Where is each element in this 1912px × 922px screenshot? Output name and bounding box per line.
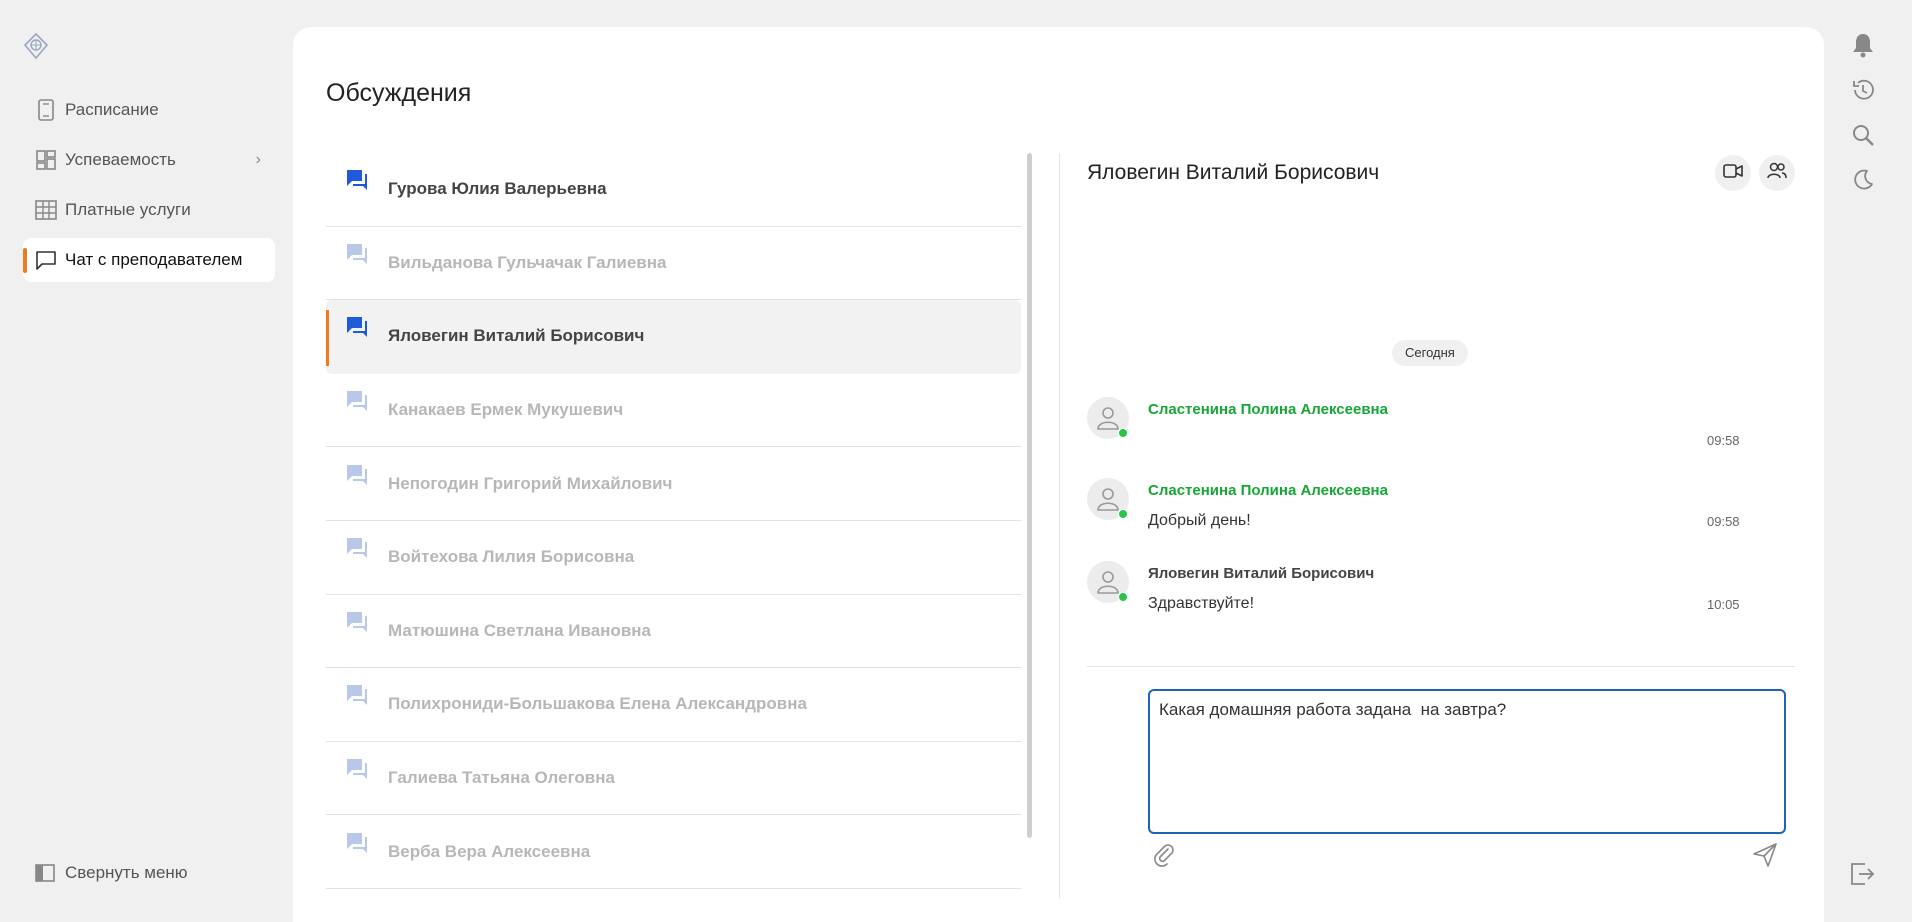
sidebar-nav: Расписание Успеваемость › Платные услуги…	[23, 88, 275, 288]
logo-icon[interactable]	[22, 32, 50, 60]
collapse-menu-button[interactable]: Свернуть меню	[35, 862, 188, 884]
paperclip-icon	[1151, 844, 1177, 872]
message-author: Сластенина Полина Алексеевна	[1148, 401, 1388, 418]
search-button[interactable]	[1849, 123, 1877, 151]
forum-icon	[344, 756, 370, 782]
message-text: Добрый день!	[1148, 512, 1251, 529]
send-button[interactable]	[1751, 841, 1779, 869]
message-time: 09:58	[1707, 433, 1740, 448]
sidebar-item-progress[interactable]: Успеваемость ›	[23, 138, 275, 182]
date-separator: Сегодня	[1392, 340, 1468, 366]
attach-button[interactable]	[1151, 842, 1177, 868]
chevron-right-icon: ›	[255, 151, 261, 168]
conversation-name: Матюшина Светлана Ивановна	[388, 620, 651, 640]
participants-button[interactable]	[1759, 155, 1795, 191]
pane-divider	[1059, 153, 1060, 898]
list-scrollbar[interactable]	[1027, 153, 1032, 838]
moon-icon	[1851, 168, 1875, 197]
conversation-item[interactable]: Галиева Татьяна Олеговна	[326, 742, 1021, 816]
conversation-item[interactable]: Верба Вера Алексеевна	[326, 815, 1021, 889]
sidebar-item-teacher-chat[interactable]: Чат с преподавателем	[23, 238, 275, 282]
group-icon	[1767, 162, 1787, 185]
chat-message: Сластенина Полина Алексеевна 09:58	[1087, 397, 1747, 467]
conversation-name: Яловегин Виталий Борисович	[388, 326, 645, 346]
conversation-name: Полихрониди-Большакова Елена Александров…	[388, 694, 807, 714]
history-button[interactable]	[1849, 78, 1877, 106]
dark-mode-button[interactable]	[1849, 168, 1877, 196]
conversation-item-selected[interactable]: Яловегин Виталий Борисович	[326, 300, 1021, 374]
person-icon	[1097, 407, 1119, 430]
chat-message: Сластенина Полина Алексеевна Добрый день…	[1087, 478, 1747, 548]
forum-icon	[344, 167, 370, 193]
conversation-name: Верба Вера Алексеевна	[388, 841, 591, 861]
sidebar-item-paid-services[interactable]: Платные услуги	[23, 188, 275, 232]
forum-icon	[344, 682, 370, 708]
conversation-item[interactable]: Гурова Юлия Валерьевна	[326, 153, 1021, 227]
sidebar: Расписание Успеваемость › Платные услуги…	[0, 0, 290, 922]
logout-button[interactable]	[1849, 862, 1877, 890]
forum-icon	[344, 609, 370, 635]
online-indicator	[1118, 509, 1128, 519]
sidebar-item-schedule[interactable]: Расписание	[23, 88, 275, 132]
dashboard-icon	[35, 149, 57, 171]
sidebar-item-label: Успеваемость	[65, 150, 176, 169]
forum-icon	[344, 462, 370, 488]
online-indicator	[1118, 592, 1128, 602]
send-icon	[1751, 843, 1779, 873]
conversation-name: Гурова Юлия Валерьевна	[388, 179, 607, 199]
forum-icon	[344, 241, 370, 267]
sidebar-item-label: Расписание	[65, 100, 159, 119]
message-author: Сластенина Полина Алексеевна	[1148, 482, 1388, 499]
conversation-list: Гурова Юлия Валерьевна Вильданова Гульча…	[326, 153, 1021, 889]
forum-icon	[344, 535, 370, 561]
conversation-item[interactable]: Войтехова Лилия Борисовна	[326, 521, 1021, 595]
chat-bubble-icon	[35, 249, 57, 271]
forum-icon	[344, 314, 370, 340]
message-time: 10:05	[1707, 597, 1740, 612]
conversation-name: Канакаев Ермек Мукушевич	[388, 400, 624, 420]
conversation-item[interactable]: Матюшина Светлана Ивановна	[326, 595, 1021, 669]
message-input[interactable]	[1148, 689, 1786, 834]
person-icon	[1097, 488, 1119, 511]
conversation-item[interactable]: Непогодин Григорий Михайлович	[326, 447, 1021, 521]
message-time: 09:58	[1707, 514, 1740, 529]
message-text: Здравствуйте!	[1148, 595, 1255, 612]
collapse-menu-label: Свернуть меню	[65, 863, 188, 882]
table-icon	[35, 199, 57, 221]
forum-icon	[344, 388, 370, 414]
logout-icon	[1850, 862, 1876, 891]
video-call-button[interactable]	[1715, 155, 1751, 191]
video-camera-icon	[1723, 163, 1743, 184]
conversation-name: Непогодин Григорий Михайлович	[388, 473, 673, 493]
history-icon	[1850, 77, 1876, 108]
conversation-item[interactable]: Полихрониди-Большакова Елена Александров…	[326, 668, 1021, 742]
sidebar-collapse-icon	[35, 862, 57, 884]
composer-divider	[1087, 666, 1795, 667]
page-title: Обсуждения	[326, 79, 472, 107]
main-card: Обсуждения Гурова Юлия Валерьевна Вильда…	[293, 27, 1824, 922]
sidebar-item-label: Чат с преподавателем	[65, 250, 243, 269]
phone-schedule-icon	[35, 99, 57, 121]
notifications-button[interactable]	[1849, 33, 1877, 61]
conversation-name: Войтехова Лилия Борисовна	[388, 547, 635, 567]
bell-icon	[1851, 32, 1875, 63]
conversation-name: Галиева Татьяна Олеговна	[388, 768, 615, 788]
search-icon	[1851, 123, 1875, 152]
chat-message: Яловегин Виталий Борисович Здравствуйте!…	[1087, 561, 1747, 631]
chat-title: Яловегин Виталий Борисович	[1087, 161, 1380, 184]
conversation-item[interactable]: Канакаев Ермек Мукушевич	[326, 374, 1021, 448]
conversation-name: Вильданова Гульчачак Галиевна	[388, 252, 667, 272]
conversation-item[interactable]: Вильданова Гульчачак Галиевна	[326, 227, 1021, 301]
forum-icon	[344, 830, 370, 856]
person-icon	[1097, 571, 1119, 594]
sidebar-item-label: Платные услуги	[65, 200, 191, 219]
message-author: Яловегин Виталий Борисович	[1148, 565, 1375, 582]
online-indicator	[1118, 428, 1128, 438]
